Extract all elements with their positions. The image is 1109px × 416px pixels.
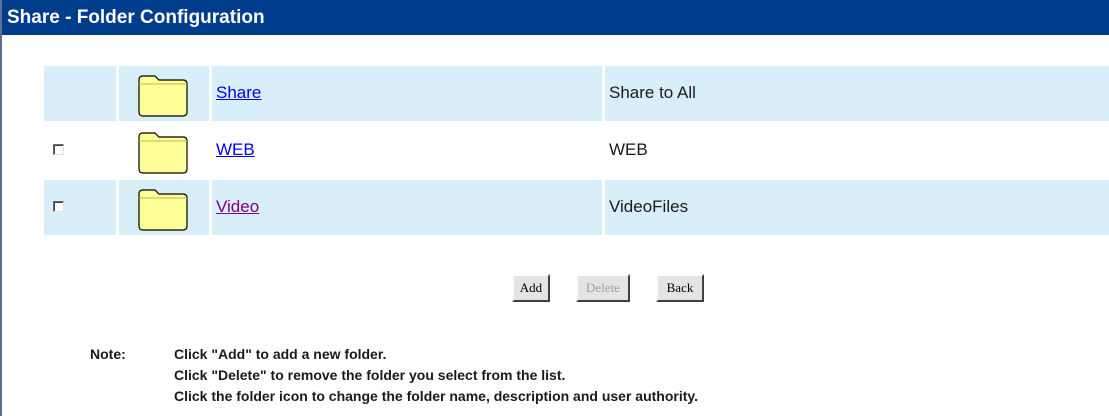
folder-icon[interactable] <box>137 70 189 118</box>
folder-row-web: WEB WEB <box>44 123 1109 178</box>
folder-description: VideoFiles <box>609 197 689 216</box>
add-button[interactable]: Add <box>512 274 550 302</box>
folder-table: Share Share to All WEB WEB Video VideoFi… <box>44 66 1109 236</box>
description-cell: VideoFiles <box>605 180 1109 235</box>
name-cell: Video <box>212 180 602 235</box>
left-frame-border <box>0 0 2 416</box>
icon-cell <box>119 66 209 121</box>
icon-cell <box>119 180 209 235</box>
description-cell: WEB <box>605 123 1109 178</box>
folder-link-share[interactable]: Share <box>216 83 261 103</box>
folder-icon[interactable] <box>137 184 189 232</box>
checkbox-cell <box>44 66 116 121</box>
delete-button[interactable]: Delete <box>576 274 630 302</box>
note-line-add: Click "Add" to add a new folder. <box>174 346 387 362</box>
page-title: Share - Folder Configuration <box>2 0 1109 35</box>
back-button[interactable]: Back <box>656 274 704 302</box>
folder-row-share: Share Share to All <box>44 66 1109 121</box>
select-checkbox-web[interactable] <box>53 144 64 155</box>
folder-link-web[interactable]: WEB <box>216 140 255 160</box>
note-line-delete: Click "Delete" to remove the folder you … <box>174 367 566 383</box>
select-checkbox-video[interactable] <box>53 201 64 212</box>
folder-description: Share to All <box>609 83 696 102</box>
checkbox-cell <box>44 180 116 235</box>
icon-cell <box>119 123 209 178</box>
description-cell: Share to All <box>605 66 1109 121</box>
folder-link-video[interactable]: Video <box>216 197 259 217</box>
note-line-icon: Click the folder icon to change the fold… <box>174 388 699 404</box>
note-label: Note: <box>90 346 126 362</box>
checkbox-cell <box>44 123 116 178</box>
folder-icon[interactable] <box>137 127 189 175</box>
name-cell: Share <box>212 66 602 121</box>
folder-description: WEB <box>609 140 648 159</box>
name-cell: WEB <box>212 123 602 178</box>
folder-row-video: Video VideoFiles <box>44 180 1109 235</box>
